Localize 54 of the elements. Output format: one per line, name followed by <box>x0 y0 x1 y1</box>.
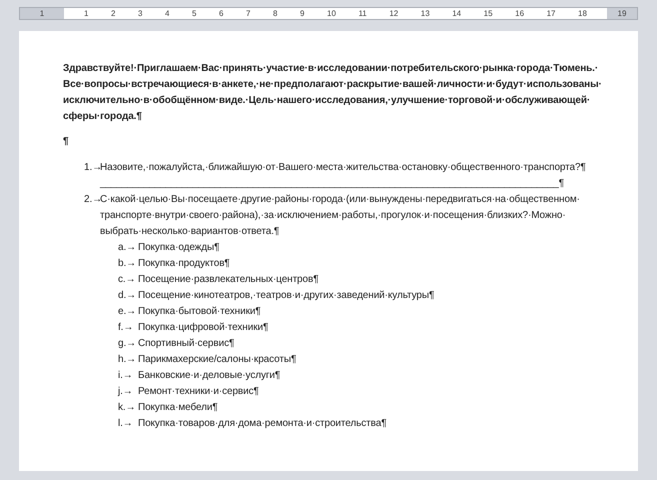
paragraph-mark: ¶ <box>63 136 68 147</box>
text-line: сферы·города.¶ <box>63 111 142 122</box>
ruler-number: 15 <box>484 8 493 19</box>
ruler-number: 5 <box>192 8 196 19</box>
ruler-number: 6 <box>219 8 224 19</box>
ruler-number: 14 <box>452 8 462 19</box>
option-text: Парикмахерские/салоны·красоты¶ <box>138 353 296 367</box>
ruler-number: 19 <box>618 8 626 19</box>
question-text: С·какой·целью·Вы·посещаете·другие·районы·города·(или·вынуждены·передвигаться·на·общественном· <box>100 194 580 205</box>
ruler-number: 9 <box>300 8 304 19</box>
ruler-number: 11 <box>358 8 367 19</box>
ruler-number: 8 <box>273 8 278 19</box>
ruler-number: 1 <box>84 8 88 19</box>
option-text: Покупка·товаров·для·дома·ремонта·и·строительства¶ <box>138 417 386 431</box>
option-letter: e.→ <box>118 306 136 317</box>
option-text: Покупка·продуктов¶ <box>138 257 230 271</box>
option-text: Покупка·мебели¶ <box>138 401 218 415</box>
ruler-number: 2 <box>111 8 116 19</box>
option-letter: i.→ <box>118 370 133 381</box>
text-line: исключительно·в·обобщённом·виде.·Цель·нашего·исследования,·улучшение·торговой·и·обслуживающей· <box>63 95 590 106</box>
ruler-number: 3 <box>138 8 142 19</box>
question-text: ____________________________________________________________________________________¶ <box>100 178 564 189</box>
option-text: Ремонт·техники·и·сервис¶ <box>138 385 259 399</box>
option-letter: a.→ <box>118 242 136 253</box>
ruler-number: 18 <box>578 8 587 19</box>
ruler-number: 13 <box>420 8 430 19</box>
ruler-number: 12 <box>389 8 398 19</box>
option-text: Посещение·кинотеатров,·театров·и·других·заведений·культуры¶ <box>138 289 434 303</box>
option-text: Спортивный·сервис¶ <box>138 337 234 351</box>
option-letter: b.→ <box>118 258 136 269</box>
ruler-number: 10 <box>327 8 336 19</box>
ruler-number: 1 <box>40 8 44 19</box>
question-text: Назовите,·пожалуйста,·ближайшую·от·Вашего·места·жительства·остановку·общественного·транспорта?¶ <box>100 162 586 173</box>
question-text: транспорте·внутри·своего·района),·за·исключением·работы,·прогулок·и·посещения·близких?·Можно· <box>100 210 566 221</box>
option-letter: l.→ <box>118 418 133 429</box>
option-letter: d.→ <box>118 290 136 301</box>
option-text: Покупка·бытовой·техники¶ <box>138 305 261 319</box>
option-text: Покупка·цифровой·техники¶ <box>138 321 268 335</box>
option-letter: c.→ <box>118 274 136 285</box>
text-line: Все·вопросы·встречающиеся·в·анкете,·не·предполагают·раскрытие·вашей·личности·и·будут·использованы· <box>63 79 602 90</box>
ruler-number: 7 <box>246 8 250 19</box>
option-letter: f.→ <box>118 322 134 333</box>
ruler-number: 4 <box>165 8 170 19</box>
text-line: Здравствуйте!·Приглашаем·Вас·принять·участие·в·исследовании·потребительского·рынка·города·Тюмень.· <box>63 63 598 74</box>
option-text: Банковские·и·деловые·услуги¶ <box>138 369 280 383</box>
option-letter: g.→ <box>118 338 136 349</box>
option-text: Покупка·одежды¶ <box>138 241 220 255</box>
question-text: выбрать·несколько·вариантов·ответа.¶ <box>100 226 280 237</box>
ruler-number: 16 <box>515 8 524 19</box>
option-letter: h.→ <box>118 354 136 365</box>
ruler-number: 17 <box>546 8 556 19</box>
option-text: Посещение·развлекательных·центров¶ <box>138 273 318 287</box>
option-letter: k.→ <box>118 402 136 413</box>
option-letter: j.→ <box>118 386 133 397</box>
